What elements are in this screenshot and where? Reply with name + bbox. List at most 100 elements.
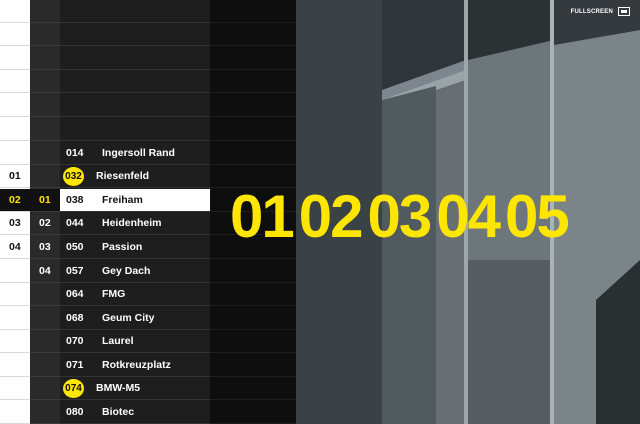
list-item <box>0 70 30 93</box>
list-item <box>60 0 210 23</box>
project-number: 038 <box>60 194 102 206</box>
project-number: 064 <box>60 288 102 300</box>
project-number: 070 <box>60 335 102 347</box>
column-category: 01 02 03 04 <box>30 0 60 424</box>
project-label: Gey Dach <box>102 265 150 277</box>
list-item <box>210 70 296 93</box>
project-item-geum-city[interactable]: 068 Geum City <box>60 307 210 330</box>
slide-number-01[interactable]: 01 <box>230 187 293 247</box>
project-number: 080 <box>60 406 102 418</box>
list-item <box>60 23 210 46</box>
project-label: Rotkreuzplatz <box>102 359 171 371</box>
fullscreen-button[interactable]: FULLSCREEN <box>571 7 630 16</box>
col2-item-02[interactable]: 02 <box>30 212 60 235</box>
project-label: Biotec <box>102 406 134 418</box>
list-item <box>0 0 30 23</box>
col1-item-02[interactable]: 02 <box>0 189 30 212</box>
list-item <box>30 283 60 306</box>
list-item <box>0 307 30 330</box>
project-item-biotec[interactable]: 080 Biotec <box>60 401 210 424</box>
project-label: Riesenfeld <box>96 170 149 182</box>
fullscreen-label: FULLSCREEN <box>571 9 613 15</box>
col1-item-04[interactable]: 04 <box>0 236 30 259</box>
project-number: 050 <box>60 241 102 253</box>
project-item-freiham[interactable]: 038 Freiham <box>60 189 210 212</box>
list-item <box>0 283 30 306</box>
project-label: Geum City <box>102 312 155 324</box>
project-label: Passion <box>102 241 142 253</box>
column-year: 01 02 03 04 <box>0 0 30 424</box>
list-item <box>210 283 296 306</box>
list-item <box>0 118 30 141</box>
list-item <box>30 23 60 46</box>
list-item <box>60 118 210 141</box>
list-item <box>30 118 60 141</box>
list-item <box>30 94 60 117</box>
list-item <box>30 307 60 330</box>
list-item <box>0 260 30 283</box>
fullscreen-icon <box>618 7 630 16</box>
list-item <box>210 377 296 400</box>
list-item <box>210 142 296 165</box>
project-item-fmg[interactable]: 064 FMG <box>60 283 210 306</box>
col1-item-01[interactable]: 01 <box>0 165 30 188</box>
list-item <box>30 142 60 165</box>
list-item <box>0 142 30 165</box>
project-item-laurel[interactable]: 070 Laurel <box>60 330 210 353</box>
list-item <box>0 401 30 424</box>
slide-number-03[interactable]: 03 <box>368 187 431 247</box>
slide-number-05[interactable]: 05 <box>505 187 568 247</box>
list-item <box>30 165 60 188</box>
list-item <box>60 70 210 93</box>
project-number: 044 <box>60 217 102 229</box>
list-item <box>210 94 296 117</box>
col2-item-03[interactable]: 03 <box>30 236 60 259</box>
list-item <box>210 118 296 141</box>
list-item <box>210 47 296 70</box>
project-number: 014 <box>60 147 102 159</box>
list-item <box>30 330 60 353</box>
project-number: 068 <box>60 312 102 324</box>
col2-item-01[interactable]: 01 <box>30 189 60 212</box>
col2-item-04[interactable]: 04 <box>30 260 60 283</box>
list-item <box>210 307 296 330</box>
list-item <box>30 354 60 377</box>
project-item-passion[interactable]: 050 Passion <box>60 236 210 259</box>
list-item <box>30 377 60 400</box>
list-item <box>210 23 296 46</box>
slide-number-04[interactable]: 04 <box>436 187 499 247</box>
list-item <box>210 330 296 353</box>
project-list: 014 Ingersoll Rand 032 Riesenfeld 038 Fr… <box>60 0 210 424</box>
list-item <box>0 23 30 46</box>
project-label: Ingersoll Rand <box>102 147 175 159</box>
list-item <box>60 47 210 70</box>
project-number: 057 <box>60 265 102 277</box>
project-label: Freiham <box>102 194 143 206</box>
project-label: FMG <box>102 288 125 300</box>
col1-item-03[interactable]: 03 <box>0 212 30 235</box>
list-item <box>0 47 30 70</box>
list-item <box>30 0 60 23</box>
project-item-gey-dach[interactable]: 057 Gey Dach <box>60 260 210 283</box>
list-item <box>0 354 30 377</box>
list-item <box>30 47 60 70</box>
list-item <box>210 354 296 377</box>
list-item <box>30 401 60 424</box>
project-label: BMW-M5 <box>96 382 140 394</box>
slide-number-02[interactable]: 02 <box>299 187 362 247</box>
list-item <box>210 401 296 424</box>
project-item-bmw-m5[interactable]: 074 BMW-M5 <box>60 377 210 400</box>
project-item-ingersoll-rand[interactable]: 014 Ingersoll Rand <box>60 142 210 165</box>
project-number-badge: 032 <box>63 167 84 186</box>
list-item <box>60 94 210 117</box>
list-item <box>0 94 30 117</box>
slide-number-nav: 01 02 03 04 05 <box>230 182 568 252</box>
project-label: Heidenheim <box>102 217 162 229</box>
project-item-rotkreuzplatz[interactable]: 071 Rotkreuzplatz <box>60 354 210 377</box>
list-item <box>30 70 60 93</box>
project-number-badge: 074 <box>63 379 84 398</box>
project-item-riesenfeld[interactable]: 032 Riesenfeld <box>60 165 210 188</box>
list-item <box>210 0 296 23</box>
list-item <box>210 260 296 283</box>
project-item-heidenheim[interactable]: 044 Heidenheim <box>60 212 210 235</box>
